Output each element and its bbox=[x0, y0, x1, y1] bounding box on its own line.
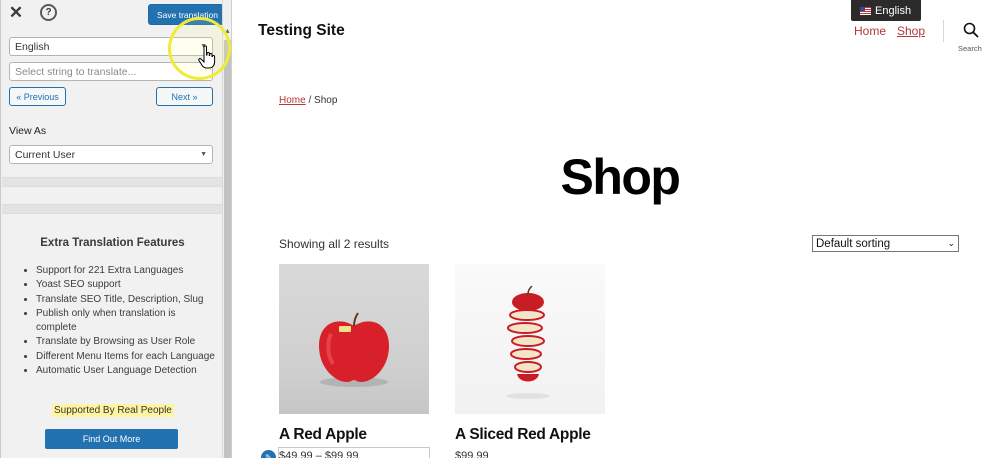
search-label[interactable]: Search bbox=[958, 44, 982, 53]
breadcrumb-home-link[interactable]: Home bbox=[279, 95, 306, 106]
features-list: Support for 221 Extra Languages Yoast SE… bbox=[26, 264, 216, 378]
previous-button[interactable]: « Previous bbox=[9, 87, 66, 106]
list-item: Automatic User Language Detection bbox=[36, 364, 216, 378]
product-card[interactable]: A Red Apple ✎ $49.99 – $99.99 bbox=[261, 264, 431, 458]
view-as-label: View As bbox=[9, 125, 47, 137]
page-title: Shop bbox=[560, 149, 681, 205]
product-name[interactable]: A Red Apple bbox=[279, 426, 367, 444]
product-price: $99.99 bbox=[455, 450, 489, 458]
product-image[interactable] bbox=[455, 264, 605, 414]
scrollbar-thumb[interactable] bbox=[224, 40, 231, 458]
sorting-select[interactable]: Default sorting ⌄ bbox=[812, 235, 959, 252]
language-switcher-label: English bbox=[875, 4, 912, 17]
breadcrumb: Home / Shop bbox=[279, 95, 337, 106]
supported-badge: Supported By Real People bbox=[52, 404, 174, 417]
help-icon[interactable]: ? bbox=[40, 4, 57, 21]
language-select-value: English bbox=[15, 40, 50, 53]
list-item: Support for 221 Extra Languages bbox=[36, 264, 216, 278]
red-apple-image bbox=[319, 312, 389, 387]
string-select-placeholder: Select string to translate... bbox=[15, 65, 137, 78]
sorting-select-value: Default sorting bbox=[816, 237, 891, 250]
product-price: $49.99 – $99.99 bbox=[279, 450, 359, 458]
product-image[interactable] bbox=[279, 264, 429, 414]
list-item: Publish only when translation is complet… bbox=[36, 307, 216, 336]
find-out-more-button[interactable]: Find Out More bbox=[45, 429, 178, 449]
nav-link-shop[interactable]: Shop bbox=[897, 24, 925, 38]
site-title[interactable]: Testing Site bbox=[258, 22, 345, 40]
product-name[interactable]: A Sliced Red Apple bbox=[455, 426, 591, 444]
chevron-down-icon: ⌄ bbox=[947, 238, 955, 248]
language-switcher[interactable]: English bbox=[851, 0, 921, 21]
sliced-apple-image bbox=[506, 285, 550, 399]
breadcrumb-separator: / bbox=[305, 95, 315, 106]
close-icon[interactable]: ✕ bbox=[7, 3, 25, 22]
list-item: Translate SEO Title, Description, Slug bbox=[36, 293, 216, 307]
pencil-icon[interactable]: ✎ bbox=[261, 450, 276, 458]
breadcrumb-current: Shop bbox=[314, 95, 338, 106]
results-count: Showing all 2 results bbox=[279, 237, 390, 251]
us-flag-icon bbox=[860, 6, 871, 15]
list-item: Different Menu Items for each Language bbox=[36, 350, 216, 364]
nav-divider bbox=[943, 20, 944, 42]
product-card[interactable]: A Sliced Red Apple $99.99 bbox=[455, 264, 607, 458]
hand-pointer-icon bbox=[198, 45, 216, 69]
extra-features-panel: Extra Translation Features Support for 2… bbox=[2, 214, 223, 458]
search-icon[interactable] bbox=[963, 22, 979, 38]
features-title: Extra Translation Features bbox=[40, 237, 185, 249]
next-button[interactable]: Next » bbox=[156, 87, 213, 106]
list-item: Translate by Browsing as User Role bbox=[36, 335, 216, 349]
list-item: Yoast SEO support bbox=[36, 278, 216, 292]
nav-link-home[interactable]: Home bbox=[854, 24, 886, 38]
